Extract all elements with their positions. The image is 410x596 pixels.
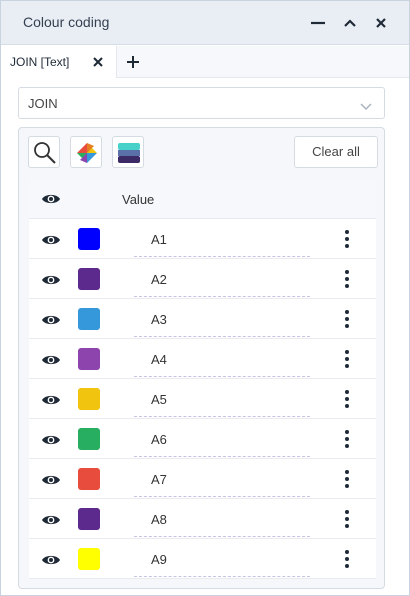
eye-icon[interactable] [41, 273, 61, 292]
minimize-icon[interactable] [308, 13, 328, 33]
more-vertical-icon[interactable] [342, 269, 352, 289]
eye-icon[interactable] [41, 192, 61, 211]
colour-content: Clear all Value A1 A2 A3 A4 A5 A6 A7 A8 A9 [18, 127, 385, 589]
gradient-button[interactable] [112, 136, 144, 168]
eye-icon[interactable] [41, 513, 61, 532]
palette-icon [77, 143, 97, 163]
table-row: A3 [29, 299, 376, 339]
value-label: A1 [151, 232, 167, 247]
eye-icon[interactable] [41, 233, 61, 252]
value-field[interactable]: A7 [134, 469, 310, 497]
table-header: Value [29, 179, 376, 219]
palette-button[interactable] [70, 136, 102, 168]
colour-swatch[interactable] [78, 348, 100, 370]
toolbar: Clear all [19, 128, 384, 178]
value-field[interactable]: A4 [134, 349, 310, 377]
value-field[interactable]: A6 [134, 429, 310, 457]
more-vertical-icon[interactable] [342, 469, 352, 489]
table-row: A4 [29, 339, 376, 379]
value-field[interactable]: A3 [134, 309, 310, 337]
more-vertical-icon[interactable] [342, 389, 352, 409]
colour-swatch[interactable] [78, 548, 100, 570]
table-row: A5 [29, 379, 376, 419]
eye-icon[interactable] [41, 353, 61, 372]
gradient-icon [118, 143, 140, 163]
colour-swatch[interactable] [78, 468, 100, 490]
table-row: A6 [29, 419, 376, 459]
value-table: Value A1 A2 A3 A4 A5 A6 A7 A8 A9 [29, 179, 376, 579]
colour-swatch[interactable] [78, 508, 100, 530]
search-icon [34, 142, 56, 164]
field-select[interactable]: JOIN [18, 87, 385, 119]
eye-icon[interactable] [41, 313, 61, 332]
more-vertical-icon[interactable] [342, 509, 352, 529]
search-button[interactable] [28, 136, 60, 168]
table-row: A9 [29, 539, 376, 579]
value-label: A3 [151, 312, 167, 327]
value-label: A6 [151, 432, 167, 447]
more-vertical-icon[interactable] [342, 309, 352, 329]
eye-icon[interactable] [41, 433, 61, 452]
tab-bar: JOIN [Text] [1, 46, 409, 78]
colour-swatch[interactable] [78, 388, 100, 410]
scrollbar[interactable] [402, 79, 408, 589]
eye-icon[interactable] [41, 473, 61, 492]
chevron-down-icon [360, 99, 372, 111]
value-field[interactable]: A8 [134, 509, 310, 537]
colour-swatch[interactable] [78, 308, 100, 330]
value-label: A9 [151, 552, 167, 567]
table-row: A8 [29, 499, 376, 539]
value-label: A4 [151, 352, 167, 367]
value-field[interactable]: A5 [134, 389, 310, 417]
eye-icon[interactable] [41, 393, 61, 412]
tab-close-icon[interactable] [91, 55, 105, 69]
colour-swatch[interactable] [78, 428, 100, 450]
add-tab-plus-icon[interactable] [125, 54, 141, 70]
value-field[interactable]: A2 [134, 269, 310, 297]
more-vertical-icon[interactable] [342, 229, 352, 249]
value-label: A5 [151, 392, 167, 407]
value-field[interactable]: A9 [134, 549, 310, 577]
more-vertical-icon[interactable] [342, 549, 352, 569]
value-label: A2 [151, 272, 167, 287]
more-vertical-icon[interactable] [342, 429, 352, 449]
colour-coding-panel: Colour coding JOIN [Text] JOIN Clear all… [0, 0, 410, 596]
maximize-icon[interactable] [340, 13, 360, 33]
tab-label: JOIN [Text] [10, 55, 70, 69]
value-label: A7 [151, 472, 167, 487]
colour-swatch[interactable] [78, 268, 100, 290]
title-bar: Colour coding [1, 1, 409, 45]
close-icon[interactable] [371, 13, 391, 33]
table-row: A1 [29, 219, 376, 259]
table-row: A2 [29, 259, 376, 299]
value-column-header: Value [122, 192, 155, 207]
field-select-value: JOIN [28, 96, 58, 111]
tab-join-text[interactable]: JOIN [Text] [1, 46, 117, 78]
table-row: A7 [29, 459, 376, 499]
eye-icon[interactable] [41, 553, 61, 572]
window-title: Colour coding [23, 14, 110, 30]
value-label: A8 [151, 512, 167, 527]
value-field[interactable]: A1 [134, 229, 310, 257]
colour-swatch[interactable] [78, 228, 100, 250]
more-vertical-icon[interactable] [342, 349, 352, 369]
clear-all-button[interactable]: Clear all [294, 136, 378, 168]
